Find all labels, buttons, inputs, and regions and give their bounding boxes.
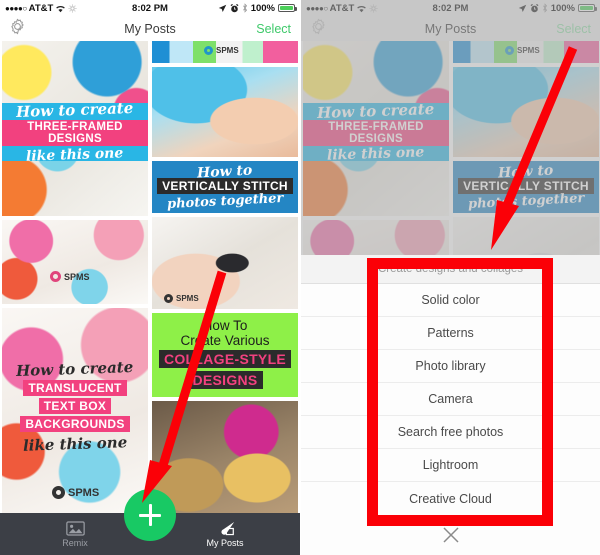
action-sheet-item-solid-color[interactable]: Solid color [301, 284, 600, 317]
tile-caption-highlight-3: BACKGROUNDS [20, 416, 130, 432]
spms-logo-text: SPMS [216, 46, 239, 55]
spms-logo: SPMS [50, 271, 90, 282]
tile-caption-script-top: How to create [16, 357, 134, 381]
tile-caption-line-1: How To [202, 318, 248, 333]
posts-column-left: How to create THREE-FRAMED DESIGNS like … [2, 41, 148, 555]
tile-caption-highlight-2: DESIGNS [187, 371, 263, 389]
tab-label-my-posts: My Posts [206, 537, 244, 548]
spms-logo-text: SPMS [64, 271, 90, 282]
action-sheet-item-patterns[interactable]: Patterns [301, 317, 600, 350]
nav-bar: My Posts Select [0, 16, 300, 41]
close-button[interactable] [301, 521, 600, 549]
post-tile-vertical-photos-banner[interactable]: SPMS [152, 41, 298, 63]
tile-caption-script-top: How to [196, 162, 254, 182]
post-tile-craft-photo[interactable]: SPMS [2, 220, 148, 304]
action-sheet-item-photo-library[interactable]: Photo library [301, 350, 600, 383]
posts-grid[interactable]: How to create THREE-FRAMED DESIGNS like … [0, 41, 300, 555]
action-sheet-item-search-free-photos[interactable]: Search free photos [301, 416, 600, 449]
bluetooth-icon [242, 3, 247, 13]
tile-caption-script-bottom: like this one [26, 145, 124, 165]
battery-percent-label: 100% [250, 2, 275, 14]
post-tile-hand-holding-phone[interactable]: SPMS [152, 217, 298, 309]
tile-caption-highlight-2: TEXT BOX [38, 398, 112, 414]
battery-full-icon [278, 4, 297, 12]
select-button[interactable]: Select [256, 22, 291, 36]
screenshot-root: ●●●●○ AT&T 8:02 PM 100% My Posts Select … [0, 0, 600, 555]
tile-caption-highlight-1: COLLAGE-STYLE [158, 350, 292, 368]
spms-logo: SPMS [164, 294, 199, 303]
action-sheet-header: Create designs and collages [301, 255, 600, 284]
action-sheet-item-lightroom[interactable]: Lightroom [301, 449, 600, 482]
post-tile-beach-phone[interactable] [152, 67, 298, 157]
paint-brush-icon [220, 521, 234, 535]
post-tile-vertically-stitch[interactable]: How to VERTICALLY STITCH photos together [152, 161, 298, 213]
tile-caption-line-2: Create Various [180, 333, 270, 348]
spms-logo-text: SPMS [176, 294, 199, 303]
tile-caption-script-bottom: like this one [22, 433, 128, 455]
tile-caption-script-top: How to create [16, 98, 134, 122]
tile-caption-script-bottom: photos together [166, 190, 284, 213]
phone-screen-right: ●●●●○ AT&T 8:02 PM [300, 0, 600, 555]
spms-logo-text: SPMS [68, 486, 100, 499]
spms-logo: SPMS [204, 46, 239, 55]
post-tile-translucent-text-box[interactable]: How to create TRANSLUCENT TEXT BOX BACKG… [2, 308, 148, 513]
photo-stack-icon [65, 520, 85, 536]
alarm-clock-icon [230, 3, 239, 12]
spms-logo: SPMS [52, 486, 99, 499]
plus-icon [139, 504, 161, 526]
tile-caption-highlight-1: TRANSLUCENT [23, 380, 127, 396]
close-x-icon [442, 527, 459, 543]
posts-column-right: SPMS How to VERTICALLY STITCH photos tog… [152, 41, 298, 555]
action-sheet: Create designs and collages Solid color … [301, 255, 600, 555]
page-title: My Posts [124, 21, 176, 36]
tile-caption-highlight: THREE-FRAMED DESIGNS [2, 120, 148, 146]
create-button[interactable] [124, 489, 176, 541]
action-sheet-item-creative-cloud[interactable]: Creative Cloud [301, 482, 600, 515]
post-tile-three-framed-designs[interactable]: How to create THREE-FRAMED DESIGNS like … [2, 41, 148, 216]
action-sheet-item-camera[interactable]: Camera [301, 383, 600, 416]
status-bar-right: 100% [218, 2, 297, 14]
status-bar: ●●●●○ AT&T 8:02 PM [0, 0, 300, 16]
location-arrow-icon [218, 4, 226, 12]
post-tile-collage-style-designs[interactable]: How To Create Various COLLAGE-STYLE DESI… [152, 313, 298, 397]
phone-screen-left: ●●●●○ AT&T 8:02 PM 100% My Posts Select … [0, 0, 300, 555]
gear-icon[interactable] [9, 18, 26, 40]
tab-label-remix: Remix [62, 537, 88, 548]
